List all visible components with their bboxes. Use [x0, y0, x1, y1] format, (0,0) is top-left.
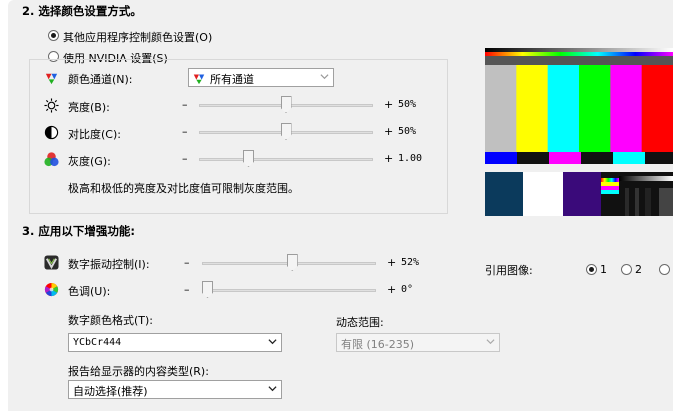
brightness-plus: + — [384, 98, 394, 111]
color-bar — [485, 65, 517, 152]
color-wheel-icon — [44, 282, 59, 297]
hue-minus: – — [184, 283, 190, 296]
gamma-minus: – — [182, 152, 188, 165]
section-2-title: 2. 选择颜色设置方式。 — [22, 4, 142, 18]
contrast-label: 对比度(C): — [68, 128, 121, 141]
sub-bars — [485, 152, 673, 164]
rgb-circles-icon — [44, 152, 59, 167]
contrast-minus: – — [182, 125, 188, 138]
range-label: 动态范围: — [336, 316, 384, 329]
chevron-down-icon — [486, 339, 495, 345]
reference-radio-1[interactable] — [586, 264, 597, 275]
format-select[interactable]: YCbCr444 — [68, 333, 282, 352]
reference-label: 引用图像: — [485, 264, 533, 277]
gamma-note: 极高和极低的亮度及对比度值可限制灰度范围。 — [68, 182, 299, 195]
chevron-down-icon — [268, 339, 277, 345]
range-select: 有限 (16-235) — [336, 333, 500, 352]
gamma-slider-track[interactable] — [199, 158, 373, 161]
color-bar — [641, 65, 673, 152]
channel-label: 颜色通道(N): — [68, 73, 133, 86]
content-type-label: 报告给显示器的内容类型(R): — [68, 365, 209, 378]
channel-select-value: 所有通道 — [210, 73, 254, 86]
brightness-label: 亮度(B): — [68, 101, 110, 114]
vibrance-icon — [44, 255, 59, 270]
brightness-minus: – — [182, 98, 188, 111]
gamma-plus: + — [384, 152, 394, 165]
section-3-title: 3. 应用以下增强功能: — [22, 224, 135, 238]
color-bar — [547, 65, 580, 152]
gamma-label: 灰度(G): — [68, 155, 111, 168]
contrast-value: 50% — [398, 126, 417, 137]
channel-select[interactable]: 所有通道 — [188, 68, 334, 87]
chevron-down-icon — [268, 386, 277, 392]
radio-other-apps-label[interactable]: 其他应用程序控制颜色设置(O) — [63, 29, 212, 45]
pluge-bars — [485, 172, 673, 216]
format-label: 数字颜色格式(T): — [68, 314, 154, 327]
rgb-diamond-icon — [45, 73, 58, 85]
vibrance-label: 数字振动控制(I): — [68, 258, 150, 271]
vibrance-minus: – — [184, 256, 190, 269]
reference-image — [485, 48, 673, 216]
half-circle-icon — [44, 125, 59, 140]
color-bar — [579, 65, 611, 152]
content-type-select-value: 自动选择(推荐) — [73, 385, 148, 398]
hue-plus: + — [387, 283, 397, 296]
vibrance-plus: + — [387, 256, 397, 269]
radio-other-apps[interactable] — [48, 30, 59, 41]
contrast-plus: + — [384, 125, 394, 138]
chevron-down-icon — [320, 74, 329, 80]
content-type-select[interactable]: 自动选择(推荐) — [68, 380, 282, 399]
reference-radio-1-label[interactable]: 1 — [600, 263, 607, 276]
range-select-value: 有限 (16-235) — [341, 338, 415, 351]
rgb-diamond-icon — [193, 74, 205, 85]
hue-slider-track[interactable] — [202, 289, 376, 292]
reference-radio-3[interactable] — [659, 264, 670, 275]
vibrance-value: 52% — [401, 257, 420, 268]
color-bar — [516, 65, 549, 152]
hue-label: 色调(U): — [68, 285, 111, 298]
gamma-value: 1.00 — [398, 153, 423, 164]
color-bar — [610, 65, 643, 152]
color-bars — [485, 65, 673, 152]
format-select-value: YCbCr444 — [73, 337, 122, 348]
hue-value: 0° — [401, 284, 414, 295]
sun-icon — [44, 98, 59, 113]
reference-radio-2-label[interactable]: 2 — [635, 263, 642, 276]
reference-radio-2[interactable] — [621, 264, 632, 275]
brightness-value: 50% — [398, 99, 417, 110]
